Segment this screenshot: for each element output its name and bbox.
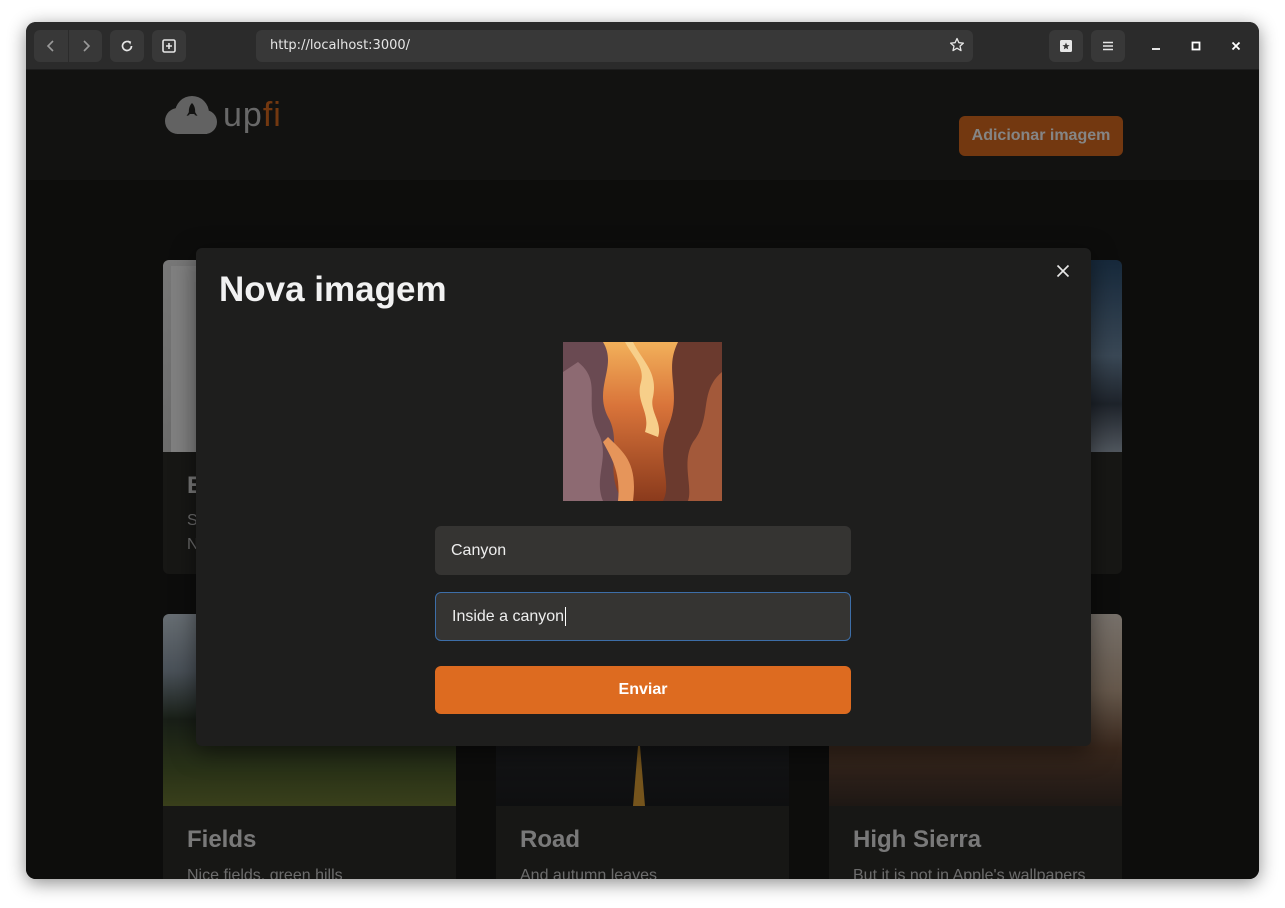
bookmark-star-icon[interactable] — [949, 37, 965, 58]
menu-button[interactable] — [1091, 30, 1125, 62]
title-input-value: Canyon — [451, 541, 507, 559]
title-input[interactable]: Canyon — [435, 526, 851, 575]
chevron-right-icon — [82, 40, 90, 52]
nav-group — [34, 30, 102, 62]
chevron-left-icon — [46, 40, 54, 52]
canyon-preview-image — [563, 342, 722, 501]
modal-close-button[interactable] — [1052, 260, 1074, 282]
new-tab-button[interactable] — [152, 30, 186, 62]
back-button[interactable] — [34, 30, 68, 62]
image-preview[interactable] — [563, 342, 722, 501]
new-image-modal: Nova imagem Canyon Inside a canyon Envia… — [196, 248, 1091, 746]
new-tab-icon — [162, 39, 176, 53]
close-window-button[interactable] — [1224, 34, 1248, 58]
maximize-button[interactable] — [1184, 34, 1208, 58]
page: upfi Adicionar imagem E S N Fields Nice … — [26, 70, 1259, 879]
bookmarks-button[interactable] — [1049, 30, 1083, 62]
bookmarks-icon — [1060, 40, 1072, 52]
minimize-icon — [1152, 48, 1160, 50]
description-input[interactable]: Inside a canyon — [435, 592, 851, 641]
close-icon — [1231, 41, 1241, 51]
submit-button[interactable]: Enviar — [435, 666, 851, 714]
browser-window: http://localhost:3000/ upfi Adicionar im… — [26, 22, 1259, 879]
description-input-value: Inside a canyon — [452, 607, 565, 625]
url-text: http://localhost:3000/ — [270, 38, 411, 53]
hamburger-icon — [1103, 41, 1113, 51]
reload-icon — [121, 40, 133, 52]
close-icon — [1056, 264, 1070, 278]
minimize-button[interactable] — [1144, 34, 1168, 58]
modal-title: Nova imagem — [219, 270, 447, 309]
text-caret — [565, 607, 567, 626]
reload-button[interactable] — [110, 30, 144, 62]
forward-button[interactable] — [68, 30, 102, 62]
address-bar[interactable]: http://localhost:3000/ — [256, 30, 973, 62]
browser-toolbar: http://localhost:3000/ — [26, 22, 1259, 70]
maximize-icon — [1191, 41, 1201, 51]
